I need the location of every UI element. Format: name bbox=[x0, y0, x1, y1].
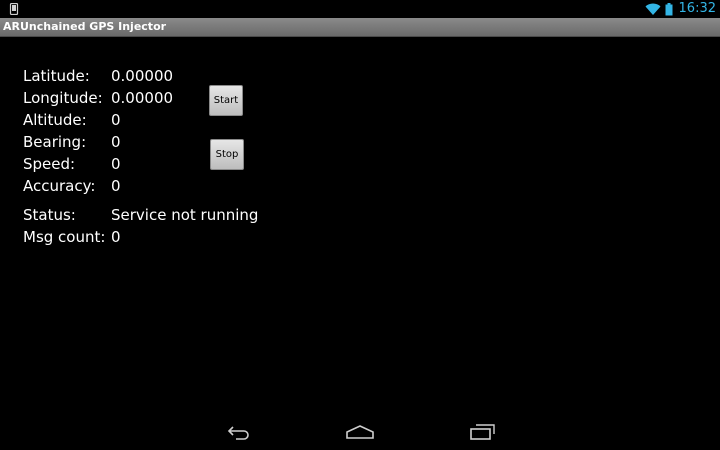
latitude-label: Latitude: bbox=[23, 67, 90, 85]
battery-icon bbox=[665, 2, 673, 15]
back-button[interactable] bbox=[223, 422, 255, 442]
navigation-bar bbox=[0, 414, 720, 450]
recent-apps-button[interactable] bbox=[466, 422, 498, 442]
status-bar: 16:32 bbox=[0, 0, 720, 18]
longitude-label: Longitude: bbox=[23, 89, 103, 107]
title-bar: ARUnchained GPS Injector bbox=[0, 18, 720, 37]
back-icon bbox=[227, 426, 249, 440]
notification-icon bbox=[9, 3, 19, 15]
recent-apps-icon bbox=[470, 424, 495, 440]
speed-label: Speed: bbox=[23, 155, 76, 173]
speed-value: 0 bbox=[111, 155, 121, 173]
bearing-label: Bearing: bbox=[23, 133, 87, 151]
bearing-value: 0 bbox=[111, 133, 121, 151]
status-value: Service not running bbox=[111, 206, 259, 224]
msg-count-value: 0 bbox=[111, 228, 121, 246]
home-button[interactable] bbox=[344, 422, 376, 442]
screen: 16:32 ARUnchained GPS Injector Latitude:… bbox=[0, 0, 720, 450]
altitude-value: 0 bbox=[111, 111, 121, 129]
home-icon bbox=[346, 425, 374, 439]
latitude-value: 0.00000 bbox=[111, 67, 174, 85]
wifi-icon bbox=[645, 3, 661, 15]
status-label: Status: bbox=[23, 206, 76, 224]
stop-button[interactable]: Stop bbox=[210, 139, 244, 170]
longitude-value: 0.00000 bbox=[111, 89, 174, 107]
status-icons: 16:32 bbox=[645, 0, 716, 18]
accuracy-label: Accuracy: bbox=[23, 177, 96, 195]
msg-count-label: Msg count: bbox=[23, 228, 106, 246]
accuracy-value: 0 bbox=[111, 177, 121, 195]
clock: 16:32 bbox=[678, 1, 716, 16]
altitude-label: Altitude: bbox=[23, 111, 87, 129]
start-button[interactable]: Start bbox=[209, 85, 243, 116]
app-title: ARUnchained GPS Injector bbox=[3, 20, 167, 33]
